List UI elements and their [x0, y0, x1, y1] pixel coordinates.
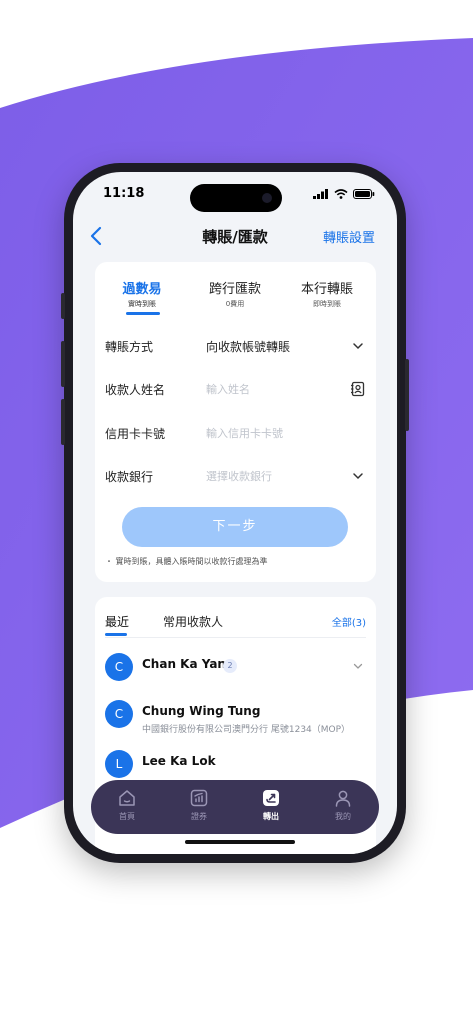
chart-icon [190, 789, 208, 807]
tab-intrabank-label: 本行轉賬 [300, 282, 353, 297]
tabbar-label: 證券 [191, 812, 207, 821]
transfer-method-select[interactable]: 轉賬方式 向收款帳號轉賬 [105, 334, 366, 358]
status-icons [313, 189, 375, 199]
next-step-button[interactable]: 下一步 [122, 507, 348, 547]
tabbar-item-home[interactable]: 首頁 [97, 788, 157, 822]
payee-item[interactable]: C Chung Wing Tung 中國銀行股份有限公司澳門分行 尾號1234（… [105, 700, 366, 740]
bank-select[interactable]: 收款銀行 選擇收款銀行 [105, 464, 366, 488]
transfer-settings-link[interactable]: 轉賬設置 [323, 227, 375, 246]
chevron-down-icon [353, 343, 363, 350]
mute-switch [61, 293, 65, 319]
view-all-link[interactable]: 全部(3) [332, 614, 366, 629]
contacts-book-icon[interactable] [350, 381, 366, 397]
transfer-method-label: 轉賬方式 [105, 340, 154, 354]
divider [105, 637, 366, 638]
status-time: 11:18 [103, 186, 145, 201]
tab-fps-sub: 實時到賬 [128, 300, 156, 308]
payee-name-placeholder: 輸入姓名 [206, 383, 250, 396]
card-number-placeholder: 輸入信用卡卡號 [206, 427, 283, 440]
chevron-down-icon[interactable] [352, 660, 364, 672]
user-icon [335, 790, 351, 807]
tab-fps-label: 過數易 [122, 282, 162, 297]
payee-name-label: 收款人姓名 [105, 383, 166, 397]
status-bar: 11:18 [73, 186, 397, 206]
tab-interbank[interactable]: 跨行匯款 0費用 [188, 278, 282, 309]
tab-common-payees[interactable]: 常用收款人 [163, 613, 223, 630]
avatar: L [105, 750, 133, 778]
tab-fps[interactable]: 過數易 實時到賬 [95, 278, 189, 315]
tabbar-item-me[interactable]: 我的 [313, 788, 373, 822]
payee-name: Chan Ka Yan [142, 657, 226, 671]
tab-recent[interactable]: 最近 [105, 613, 129, 630]
wifi-icon [334, 189, 348, 199]
tabbar-item-securities[interactable]: 證券 [169, 788, 229, 822]
volume-down-button [61, 399, 65, 445]
avatar: C [105, 653, 133, 681]
phone-screen: 11:18 轉賬/匯款 轉賬設置 過數易 實時到賬 跨行匯款 0費用 本行轉賬 … [73, 172, 397, 854]
count-badge: 2 [223, 659, 237, 673]
tabbar-item-transfer[interactable]: 轉出 [241, 788, 301, 822]
bank-placeholder: 選擇收款銀行 [206, 470, 272, 483]
home-icon [119, 790, 135, 806]
card-number-label: 信用卡卡號 [105, 427, 166, 441]
tab-intrabank[interactable]: 本行轉賬 即時到賬 [280, 278, 374, 309]
payee-name: Chung Wing Tung [142, 704, 261, 718]
bottom-tab-bar: 首頁 證券 轉出 我的 [91, 780, 379, 834]
payee-item[interactable]: C Chan Ka Yan 2 [105, 653, 366, 693]
transfer-form-card: 過數易 實時到賬 跨行匯款 0費用 本行轉賬 即時到賬 轉賬方式 向收款帳號轉賬 [95, 262, 376, 582]
battery-icon [353, 189, 375, 199]
chevron-down-icon [353, 473, 363, 480]
avatar: C [105, 700, 133, 728]
payee-name: Lee Ka Lok [142, 754, 216, 768]
arrival-note: ・ 實時到賬，具體入賬時間以收款行處理為準 [105, 557, 268, 566]
signal-icon [313, 189, 328, 199]
tabbar-label: 轉出 [263, 812, 279, 821]
card-number-field[interactable]: 信用卡卡號 輸入信用卡卡號 [105, 421, 366, 445]
active-tab-indicator [126, 312, 160, 315]
volume-up-button [61, 341, 65, 387]
tab-intrabank-sub: 即時到賬 [313, 300, 341, 308]
tabbar-label: 我的 [335, 812, 351, 821]
payee-tabs: 最近 常用收款人 全部(3) [105, 613, 366, 641]
tab-interbank-sub: 0費用 [225, 300, 245, 308]
power-button [405, 359, 409, 431]
payee-name-field[interactable]: 收款人姓名 輸入姓名 [105, 377, 366, 401]
bank-label: 收款銀行 [105, 470, 154, 484]
payee-bank-detail: 中國銀行股份有限公司澳門分行 尾號1234（MOP） [142, 725, 351, 735]
transfer-type-tabs: 過數易 實時到賬 跨行匯款 0費用 本行轉賬 即時到賬 [95, 278, 376, 320]
home-indicator [185, 840, 295, 844]
phone-frame: 11:18 轉賬/匯款 轉賬設置 過數易 實時到賬 跨行匯款 0費用 本行轉賬 … [61, 163, 409, 863]
tabbar-label: 首頁 [119, 812, 135, 821]
transfer-method-value: 向收款帳號轉賬 [206, 340, 291, 354]
tab-interbank-label: 跨行匯款 [208, 282, 261, 297]
transfer-icon [263, 790, 279, 806]
nav-bar: 轉賬/匯款 轉賬設置 [73, 218, 397, 254]
active-tab-indicator [105, 633, 127, 636]
